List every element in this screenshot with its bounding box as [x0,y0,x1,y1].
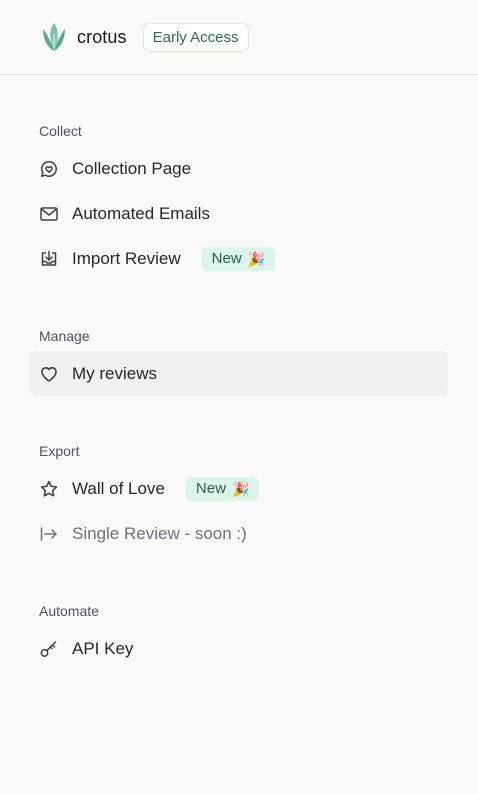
nav-item-wall-of-love[interactable]: Wall of Love New 🎉 [29,466,448,511]
brand-name[interactable]: crotus [77,27,127,48]
nav-label: Collection Page [72,158,192,178]
manage-section: Manage My reviews [29,326,448,396]
party-popper-icon: 🎉 [231,480,250,497]
collect-section: Collect Collection Page Automated Emails [29,121,448,281]
nav-item-single-review: Single Review - soon :) [29,511,448,556]
export-section: Export Wall of Love New 🎉 Single Review … [29,441,448,556]
nav-item-import-review[interactable]: Import Review New 🎉 [29,236,448,281]
automate-section: Automate API Key [29,601,448,671]
import-icon [39,249,59,269]
nav-label: Automated Emails [72,203,210,223]
new-badge-label: New [195,480,226,497]
mail-icon [39,204,59,224]
party-popper-icon: 🎉 [247,250,266,267]
section-title-automate: Automate [39,603,99,619]
crotus-logo-icon[interactable] [40,21,68,53]
sidebar: crotus Early Access Collect Collection P… [0,0,478,794]
section-title-manage: Manage [39,328,90,344]
nav-label: My reviews [72,363,158,383]
chat-heart-icon [39,159,59,179]
section-title-export: Export [39,443,80,459]
nav-label: Wall of Love [72,478,165,498]
nav-item-my-reviews[interactable]: My reviews [29,351,448,396]
arrow-right-to-line-icon [39,524,59,544]
nav-item-api-key[interactable]: API Key [29,626,448,671]
key-icon [39,639,59,659]
early-access-badge: Early Access [142,22,249,52]
nav-item-automated-emails[interactable]: Automated Emails [29,191,448,236]
new-badge: New 🎉 [184,476,260,501]
nav-label: Single Review - soon :) [72,523,247,543]
heart-icon [39,364,59,384]
sidebar-header: crotus Early Access [0,0,478,75]
new-badge-label: New [211,250,242,267]
nav-item-collection-page[interactable]: Collection Page [29,146,448,191]
nav-label: Import Review [72,248,181,268]
section-title-collect: Collect [39,123,82,139]
nav-label: API Key [72,638,134,658]
star-icon [39,479,59,499]
new-badge: New 🎉 [200,246,276,271]
